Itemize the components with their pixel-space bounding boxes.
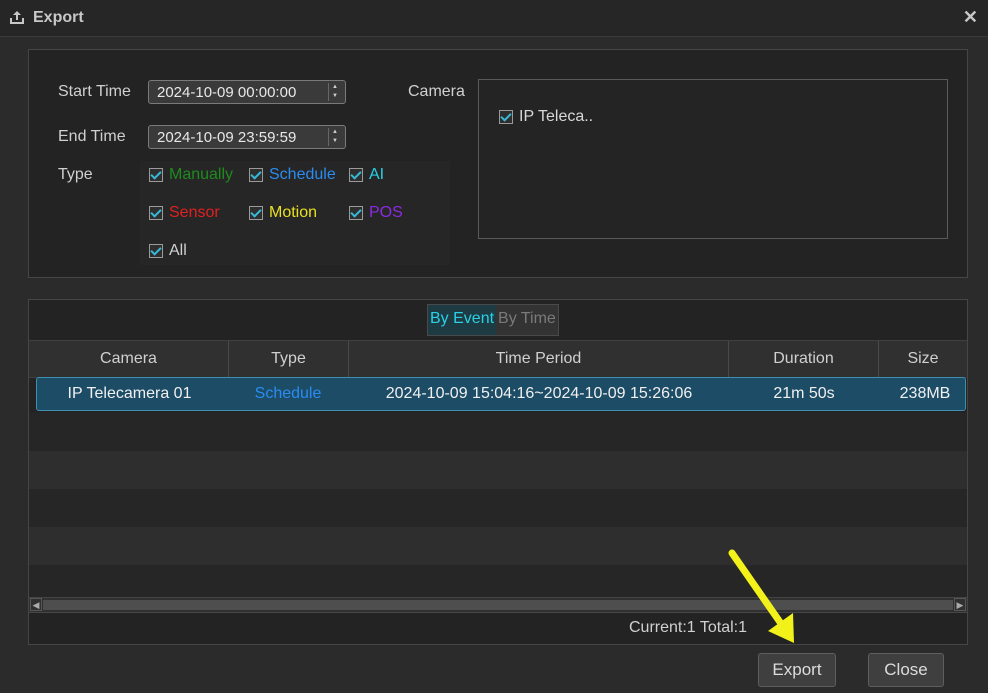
checkbox-icon bbox=[349, 168, 363, 182]
table-header: Camera Type Time Period Duration Size bbox=[29, 340, 967, 378]
checkbox-icon bbox=[249, 168, 263, 182]
checkbox-icon bbox=[149, 168, 163, 182]
type-all-label: All bbox=[169, 242, 187, 259]
scrollbar-thumb[interactable] bbox=[43, 600, 953, 610]
scroll-left-icon[interactable]: ◀ bbox=[30, 598, 42, 611]
table-row[interactable]: IP Telecamera 01 Schedule 2024-10-09 15:… bbox=[36, 377, 966, 411]
empty-row bbox=[29, 451, 967, 489]
tab-by-event[interactable]: By Event bbox=[428, 305, 497, 335]
end-time-spinner[interactable]: ▲ ▼ bbox=[328, 128, 341, 146]
type-motion-label: Motion bbox=[269, 204, 318, 221]
camera-item-label: IP Teleca.. bbox=[519, 108, 594, 125]
column-header-type[interactable]: Type bbox=[229, 341, 349, 377]
window-title: Export bbox=[33, 9, 84, 26]
end-time-value: 2024-10-09 23:59:59 bbox=[157, 129, 297, 146]
scroll-right-icon[interactable]: ▶ bbox=[954, 598, 966, 611]
type-manually-label: Manually bbox=[169, 166, 234, 183]
type-schedule-checkbox[interactable]: Schedule bbox=[249, 166, 336, 184]
close-icon[interactable]: ✕ bbox=[963, 7, 978, 28]
empty-row bbox=[29, 527, 967, 565]
cell-time-period: 2024-10-09 15:04:16~2024-10-09 15:26:06 bbox=[385, 385, 693, 402]
type-label: Type bbox=[58, 166, 93, 183]
end-time-field[interactable]: 2024-10-09 23:59:59 ▲ ▼ bbox=[148, 125, 346, 149]
cell-type: Schedule bbox=[254, 385, 322, 402]
cell-camera: IP Telecamera 01 bbox=[67, 385, 192, 402]
checkbox-icon bbox=[499, 110, 513, 124]
empty-row bbox=[29, 489, 967, 527]
cell-size: 238MB bbox=[899, 385, 951, 402]
type-sensor-checkbox[interactable]: Sensor bbox=[149, 204, 220, 222]
type-pos-label: POS bbox=[369, 204, 403, 221]
camera-list bbox=[478, 79, 948, 239]
type-sensor-label: Sensor bbox=[169, 204, 220, 221]
horizontal-scrollbar[interactable]: ◀ ▶ bbox=[29, 597, 967, 612]
end-time-label: End Time bbox=[58, 128, 126, 145]
checkbox-icon bbox=[149, 206, 163, 220]
type-ai-checkbox[interactable]: AI bbox=[349, 166, 384, 184]
camera-label: Camera bbox=[408, 83, 465, 100]
empty-row bbox=[29, 413, 967, 451]
export-button[interactable]: Export bbox=[758, 653, 836, 687]
export-icon bbox=[10, 11, 24, 24]
type-manually-checkbox[interactable]: Manually bbox=[149, 166, 233, 184]
camera-item-checkbox[interactable]: IP Teleca.. bbox=[499, 108, 593, 126]
start-time-value: 2024-10-09 00:00:00 bbox=[157, 84, 297, 101]
type-schedule-label: Schedule bbox=[269, 166, 336, 183]
annotation-arrow-icon bbox=[728, 549, 794, 643]
close-button[interactable]: Close bbox=[868, 653, 944, 687]
start-time-label: Start Time bbox=[58, 83, 131, 100]
type-all-checkbox[interactable]: All bbox=[149, 242, 187, 260]
checkbox-icon bbox=[249, 206, 263, 220]
type-ai-label: AI bbox=[369, 166, 385, 183]
start-time-field[interactable]: 2024-10-09 00:00:00 ▲ ▼ bbox=[148, 80, 346, 104]
column-header-camera[interactable]: Camera bbox=[29, 341, 229, 377]
tab-by-time[interactable]: By Time bbox=[496, 305, 558, 335]
cell-duration: 21m 50s bbox=[773, 385, 835, 402]
column-header-size[interactable]: Size bbox=[879, 341, 967, 377]
checkbox-icon bbox=[149, 244, 163, 258]
type-motion-checkbox[interactable]: Motion bbox=[249, 204, 317, 222]
title-bar: Export ✕ bbox=[0, 0, 988, 37]
type-pos-checkbox[interactable]: POS bbox=[349, 204, 403, 222]
column-header-time-period[interactable]: Time Period bbox=[349, 341, 729, 377]
status-bar: Current:1 Total:1 bbox=[28, 612, 968, 645]
view-tabs: By Event By Time bbox=[427, 304, 559, 336]
start-time-spinner[interactable]: ▲ ▼ bbox=[328, 83, 341, 101]
empty-row bbox=[29, 565, 967, 597]
column-header-duration[interactable]: Duration bbox=[729, 341, 879, 377]
checkbox-icon bbox=[349, 206, 363, 220]
